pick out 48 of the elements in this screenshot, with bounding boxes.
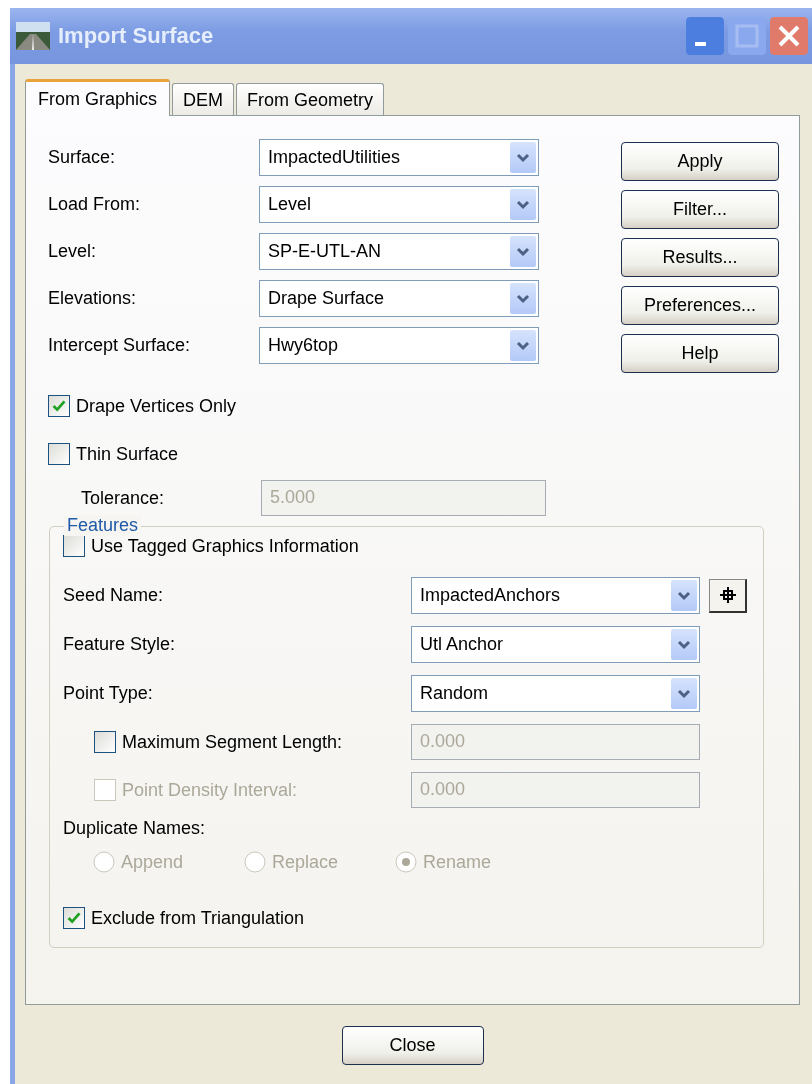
checkbox[interactable]: [94, 731, 116, 753]
dropdown[interactable]: Utl Anchor: [411, 626, 700, 663]
action-button[interactable]: Help: [621, 334, 779, 373]
field-label: Level:: [48, 241, 98, 262]
dropdown[interactable]: ImpactedAnchors: [411, 577, 700, 614]
field-label: Feature Style:: [63, 634, 177, 655]
crosshair-button[interactable]: [709, 578, 747, 613]
tab[interactable]: From Graphics: [25, 79, 171, 116]
dropdown[interactable]: Hwy6top: [259, 327, 539, 364]
checkbox-label: Point Density Interval:: [122, 779, 298, 801]
window-title: Import Surface: [58, 23, 215, 49]
action-button[interactable]: Preferences...: [621, 286, 779, 325]
dropdown[interactable]: Random: [411, 675, 700, 712]
checkbox[interactable]: [63, 907, 85, 929]
radio-label: Append: [121, 851, 184, 873]
field-label: Point Type:: [63, 683, 154, 704]
action-button[interactable]: Apply: [621, 142, 779, 181]
landscape-icon: [16, 22, 50, 50]
radio-label: Rename: [423, 851, 492, 873]
checkbox-label: Exclude from Triangulation: [91, 907, 305, 929]
group-title: Features: [64, 515, 142, 536]
field-label: Tolerance:: [81, 487, 166, 509]
group-label: Duplicate Names:: [63, 818, 207, 839]
close-button[interactable]: [770, 17, 808, 55]
field-label: Elevations:: [48, 288, 138, 309]
tab[interactable]: DEM: [172, 83, 235, 115]
checkbox-label: Drape Vertices Only: [76, 395, 237, 417]
checkbox-label: Thin Surface: [76, 443, 179, 465]
dropdown[interactable]: ImpactedUtilities: [259, 139, 539, 176]
field-label: Intercept Surface:: [48, 335, 192, 356]
checkbox-label: Use Tagged Graphics Information: [91, 535, 359, 557]
field-label: Seed Name:: [63, 585, 165, 606]
checkbox[interactable]: [63, 535, 85, 557]
field-label: Surface:: [48, 147, 117, 168]
action-button[interactable]: Results...: [621, 238, 779, 277]
close-button[interactable]: Close: [341, 1026, 484, 1065]
dropdown[interactable]: Level: [259, 186, 539, 223]
crosshair-icon: [718, 586, 737, 604]
minimize-button[interactable]: [686, 17, 724, 55]
dropdown[interactable]: Drape Surface: [259, 280, 539, 317]
dropdown[interactable]: SP-E-UTL-AN: [259, 233, 539, 270]
field-label: Load From:: [48, 194, 142, 215]
radio-label: Replace: [272, 851, 339, 873]
tab[interactable]: From Geometry: [236, 83, 385, 115]
checkbox[interactable]: [48, 443, 70, 465]
checkbox-label: Maximum Segment Length:: [122, 731, 343, 753]
checkbox[interactable]: [48, 395, 70, 417]
action-button[interactable]: Filter...: [621, 190, 779, 229]
